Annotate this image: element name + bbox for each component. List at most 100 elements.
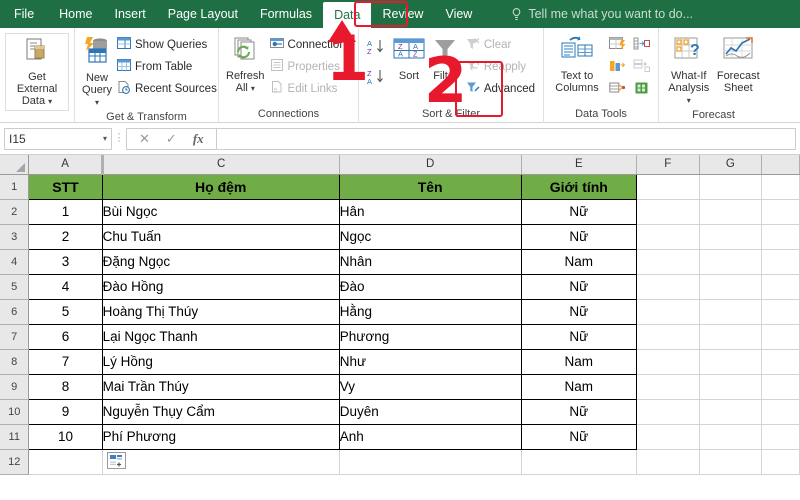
- sort-ascending-button[interactable]: A Z: [367, 38, 387, 60]
- show-queries-button[interactable]: Show Queries: [114, 35, 220, 56]
- cell-e6[interactable]: Nữ: [521, 299, 638, 325]
- cell-c12[interactable]: [102, 449, 340, 475]
- row-header-11[interactable]: 11: [0, 424, 30, 450]
- cell-d11[interactable]: Anh: [339, 424, 522, 450]
- cell-e8[interactable]: Nam: [521, 349, 638, 375]
- cell-d7[interactable]: Phương: [339, 324, 522, 350]
- column-header-a[interactable]: A: [28, 155, 104, 175]
- recent-sources-button[interactable]: Recent Sources: [114, 79, 220, 100]
- cell-c3[interactable]: Chu Tuấn: [102, 224, 340, 250]
- column-header-c[interactable]: C: [102, 155, 340, 175]
- cell-g9[interactable]: [699, 374, 763, 400]
- cell-a8[interactable]: 7: [28, 349, 103, 375]
- column-header-g[interactable]: G: [699, 155, 763, 175]
- cell-f11[interactable]: [636, 424, 700, 450]
- cell-d3[interactable]: Ngọc: [339, 224, 522, 250]
- cell-h8[interactable]: [761, 349, 800, 375]
- cell-h1[interactable]: [761, 174, 800, 200]
- cell-a7[interactable]: 6: [28, 324, 103, 350]
- cell-g6[interactable]: [699, 299, 763, 325]
- insert-function-icon[interactable]: fx: [193, 131, 204, 147]
- cell-h9[interactable]: [761, 374, 800, 400]
- cell-d1[interactable]: Tên: [339, 174, 522, 200]
- cell-f12[interactable]: [636, 449, 700, 475]
- cell-g7[interactable]: [699, 324, 763, 350]
- data-validation-button[interactable]: [609, 58, 626, 79]
- row-header-1[interactable]: 1: [0, 174, 30, 200]
- cell-g2[interactable]: [699, 199, 763, 225]
- new-query-button[interactable]: New Query ▾: [80, 33, 114, 111]
- cell-f1[interactable]: [636, 174, 700, 200]
- formula-input[interactable]: [215, 127, 796, 150]
- cell-g8[interactable]: [699, 349, 763, 375]
- name-box[interactable]: I15 ▾: [4, 127, 112, 150]
- cell-e9[interactable]: Nam: [521, 374, 638, 400]
- cell-h7[interactable]: [761, 324, 800, 350]
- cell-c11[interactable]: Phí Phương: [102, 424, 340, 450]
- cell-e3[interactable]: Nữ: [521, 224, 638, 250]
- cell-a1[interactable]: STT: [28, 174, 103, 200]
- refresh-all-button[interactable]: Refresh All ▾: [224, 33, 267, 97]
- cell-e7[interactable]: Nữ: [521, 324, 638, 350]
- cell-c1[interactable]: Họ đệm: [102, 174, 340, 200]
- cell-h10[interactable]: [761, 399, 800, 425]
- cell-d9[interactable]: Vy: [339, 374, 522, 400]
- cell-d4[interactable]: Nhân: [339, 249, 522, 275]
- cell-f2[interactable]: [636, 199, 700, 225]
- flash-fill-button[interactable]: [608, 36, 626, 57]
- row-header-4[interactable]: 4: [0, 249, 30, 275]
- cell-c7[interactable]: Lại Ngọc Thanh: [102, 324, 340, 350]
- tab-data[interactable]: Data: [323, 2, 372, 28]
- row-header-5[interactable]: 5: [0, 274, 30, 300]
- filter-button[interactable]: Filter: [428, 33, 463, 85]
- cell-g10[interactable]: [699, 399, 763, 425]
- relationships-button[interactable]: [608, 80, 626, 101]
- cell-f10[interactable]: [636, 399, 700, 425]
- row-header-7[interactable]: 7: [0, 324, 30, 350]
- cell-h12[interactable]: [761, 449, 800, 475]
- cell-g5[interactable]: [699, 274, 763, 300]
- row-header-2[interactable]: 2: [0, 199, 30, 225]
- cell-g11[interactable]: [699, 424, 763, 450]
- forecast-sheet-button[interactable]: Forecast Sheet: [714, 33, 764, 97]
- column-header-f[interactable]: F: [636, 155, 700, 175]
- cancel-icon[interactable]: ✕: [139, 131, 150, 147]
- row-header-10[interactable]: 10: [0, 399, 30, 425]
- row-header-12[interactable]: 12: [0, 449, 30, 475]
- cell-f7[interactable]: [636, 324, 700, 350]
- connections-button[interactable]: Connections: [267, 35, 355, 56]
- cell-a4[interactable]: 3: [28, 249, 103, 275]
- cell-e11[interactable]: Nữ: [521, 424, 638, 450]
- cell-a6[interactable]: 5: [28, 299, 103, 325]
- cell-f6[interactable]: [636, 299, 700, 325]
- text-to-columns-button[interactable]: Text to Columns: [549, 33, 605, 97]
- tab-formulas[interactable]: Formulas: [249, 0, 323, 28]
- cell-c8[interactable]: Lý Hồng: [102, 349, 340, 375]
- row-header-6[interactable]: 6: [0, 299, 30, 325]
- cell-f3[interactable]: [636, 224, 700, 250]
- cell-a10[interactable]: 9: [28, 399, 103, 425]
- tab-review[interactable]: Review: [371, 0, 434, 28]
- cell-f9[interactable]: [636, 374, 700, 400]
- cell-e4[interactable]: Nam: [521, 249, 638, 275]
- cell-c2[interactable]: Bùi Ngọc: [102, 199, 340, 225]
- cell-e12[interactable]: [521, 449, 638, 475]
- cell-g3[interactable]: [699, 224, 763, 250]
- cell-h5[interactable]: [761, 274, 800, 300]
- cell-h4[interactable]: [761, 249, 800, 275]
- sort-button[interactable]: Z A A Z Sort: [390, 33, 428, 85]
- select-all-corner[interactable]: [0, 155, 30, 175]
- cell-d12[interactable]: [339, 449, 522, 475]
- cell-f4[interactable]: [636, 249, 700, 275]
- advanced-filter-button[interactable]: Advanced: [463, 79, 538, 100]
- tell-me-search[interactable]: Tell me what you want to do...: [511, 0, 693, 28]
- cell-a12[interactable]: [28, 449, 103, 475]
- row-header-9[interactable]: 9: [0, 374, 30, 400]
- cell-c6[interactable]: Hoàng Thị Thúy: [102, 299, 340, 325]
- cell-d10[interactable]: Duyên: [339, 399, 522, 425]
- tab-insert[interactable]: Insert: [104, 0, 157, 28]
- get-external-data-button[interactable]: Get External Data ▾: [5, 33, 69, 111]
- cell-g4[interactable]: [699, 249, 763, 275]
- cell-h3[interactable]: [761, 224, 800, 250]
- cell-d8[interactable]: Như: [339, 349, 522, 375]
